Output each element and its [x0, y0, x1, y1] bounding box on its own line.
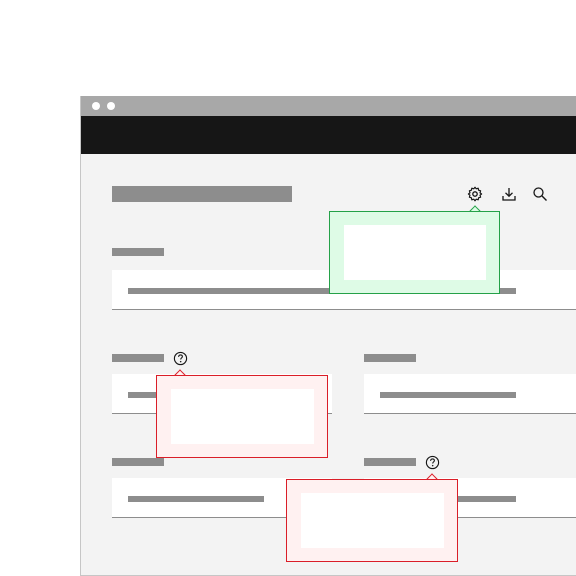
- tooltip-body: [301, 493, 444, 548]
- field-label: [112, 354, 164, 362]
- page-title: [112, 186, 292, 202]
- settings-tooltip: [329, 211, 500, 294]
- search-icon[interactable]: [531, 185, 549, 203]
- field-label: [112, 248, 164, 256]
- app-header: [81, 116, 576, 154]
- gear-icon[interactable]: [466, 185, 484, 203]
- input-value: [380, 392, 516, 398]
- input-value: [128, 496, 264, 502]
- help-tooltip: [286, 479, 458, 562]
- tooltip-body: [344, 225, 486, 280]
- field-label: [364, 354, 416, 362]
- download-icon[interactable]: [500, 185, 518, 203]
- field-label: [364, 458, 416, 466]
- window-close-dot[interactable]: [92, 102, 100, 110]
- window-titlebar: [81, 96, 576, 116]
- field-label: [112, 458, 164, 466]
- help-icon[interactable]: [424, 454, 440, 470]
- tooltip-body: [171, 389, 314, 444]
- help-icon[interactable]: [172, 350, 188, 366]
- window-minimize-dot[interactable]: [107, 102, 115, 110]
- text-input[interactable]: [364, 374, 576, 414]
- help-tooltip: [156, 375, 328, 458]
